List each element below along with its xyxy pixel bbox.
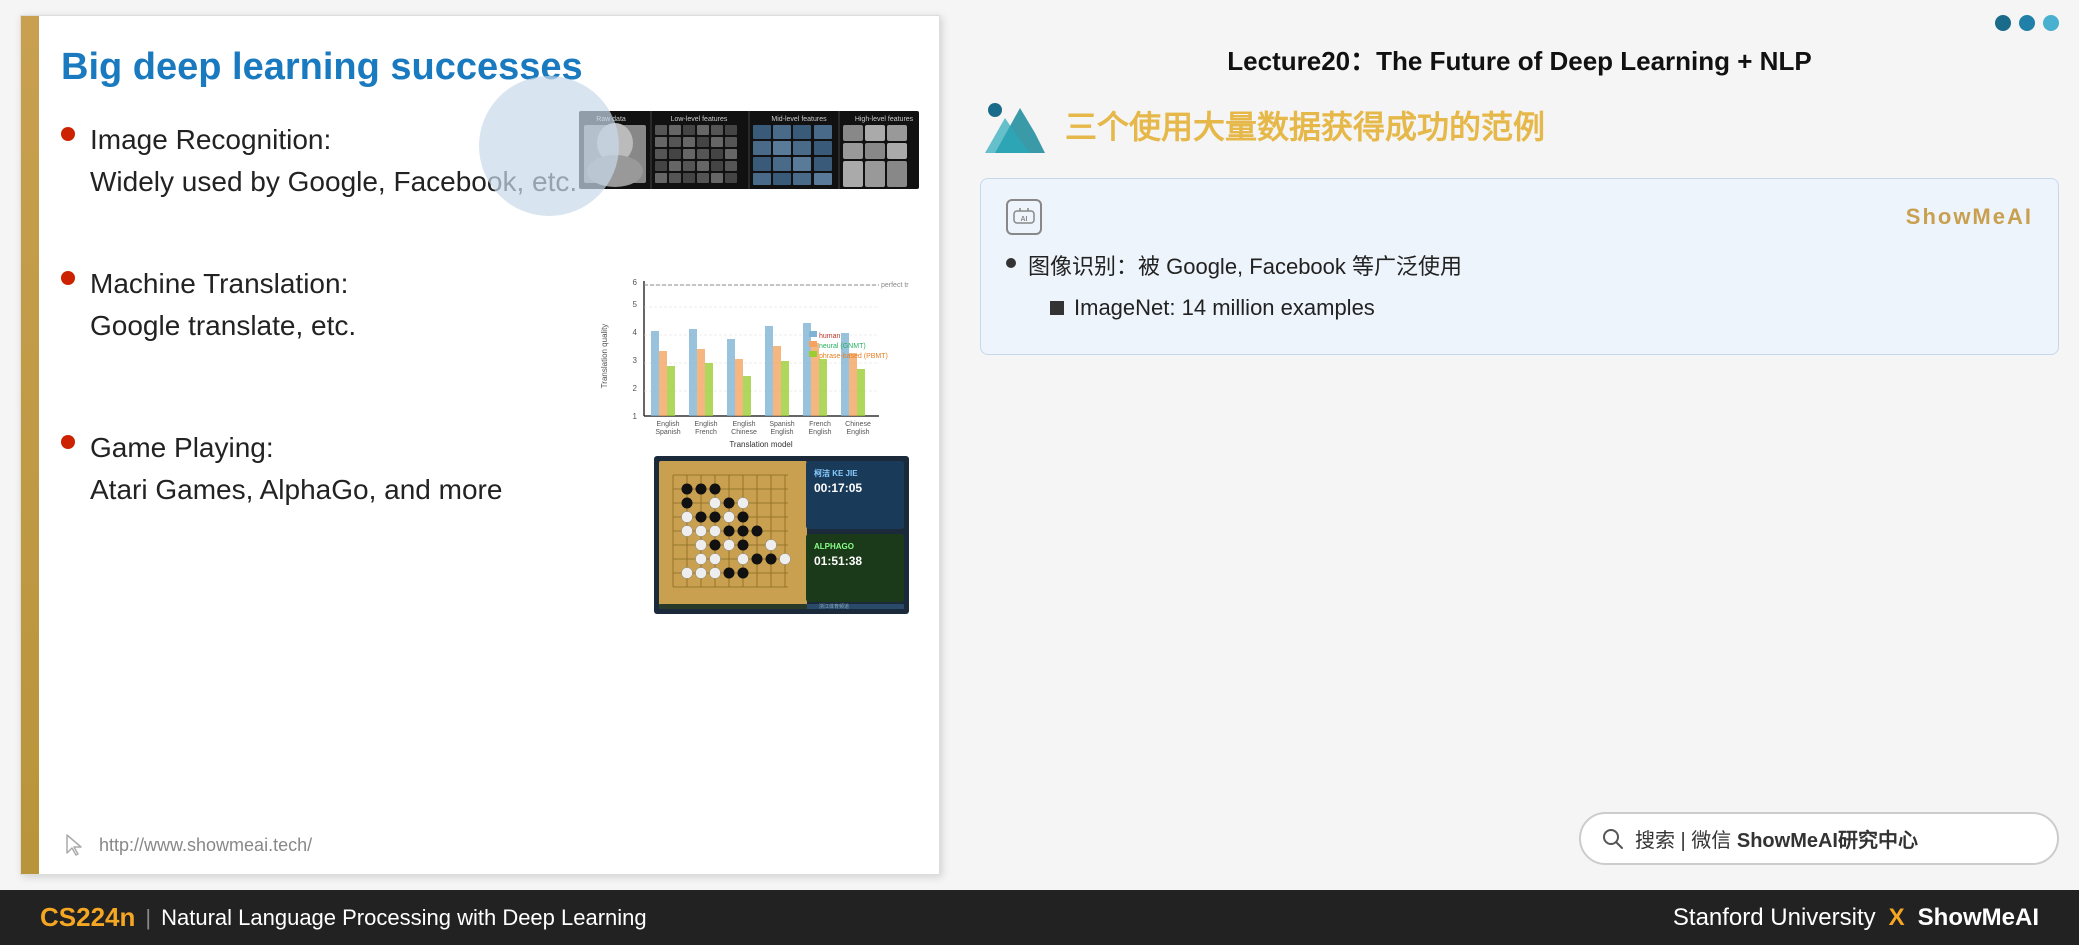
svg-text:3: 3 bbox=[633, 356, 638, 365]
svg-text:High-level features: High-level features bbox=[855, 116, 914, 123]
dots-header bbox=[980, 15, 2059, 31]
svg-text:Chinese: Chinese bbox=[731, 429, 757, 436]
bullet-dot-1 bbox=[61, 127, 75, 141]
image-recog-svg: Raw data Low-level features Mid-level fe… bbox=[579, 111, 919, 189]
svg-text:6: 6 bbox=[633, 278, 638, 287]
svg-text:浙江体育频道: 浙江体育频道 bbox=[819, 603, 849, 610]
svg-text:perfect translation: perfect translation bbox=[881, 282, 909, 289]
bullet-label-2: Machine Translation: bbox=[90, 263, 356, 305]
annotation-header: AI ShowMeAI bbox=[1006, 199, 2033, 235]
game-svg: 柯洁 KE JIE 00:17:05 ALPHAGO 01:51:38 浙江体育… bbox=[654, 456, 909, 614]
svg-text:00:17:05: 00:17:05 bbox=[814, 481, 862, 495]
bullet-dot-3 bbox=[61, 435, 75, 449]
annotation-bullet-dot-1 bbox=[1006, 258, 1016, 268]
svg-text:English: English bbox=[809, 429, 832, 436]
bullet-dot-2 bbox=[61, 271, 75, 285]
course-name: Natural Language Processing with Deep Le… bbox=[161, 905, 647, 931]
slide-title: Big deep learning successes bbox=[61, 46, 909, 89]
svg-text:Translation quality: Translation quality bbox=[600, 324, 609, 389]
annotation-bullet-1: 图像识别：被 Google, Facebook 等广泛使用 ImageNet: … bbox=[1006, 250, 2033, 324]
footer-url: http://www.showmeai.tech/ bbox=[99, 835, 312, 856]
svg-text:Spanish: Spanish bbox=[655, 429, 680, 436]
svg-text:5: 5 bbox=[633, 300, 638, 309]
bottom-right: Stanford University X ShowMeAI bbox=[1673, 904, 2039, 932]
university-name: Stanford University bbox=[1673, 904, 1876, 932]
svg-text:human: human bbox=[819, 333, 841, 340]
annotation-box: AI ShowMeAI 图像识别：被 Google, Facebook 等广泛使… bbox=[980, 178, 2059, 355]
svg-text:Spanish: Spanish bbox=[769, 421, 794, 428]
search-brand: ShowMeAI研究中心 bbox=[1737, 830, 1918, 852]
svg-text:ALPHAGO: ALPHAGO bbox=[814, 542, 854, 551]
svg-text:English: English bbox=[771, 429, 794, 436]
annotation-sub-1: ImageNet: 14 million examples bbox=[1050, 291, 1462, 324]
svg-text:Mid-level features: Mid-level features bbox=[771, 116, 827, 123]
svg-text:柯洁 KE JIE: 柯洁 KE JIE bbox=[814, 468, 858, 478]
svg-text:French: French bbox=[695, 429, 717, 436]
svg-text:Translation model: Translation model bbox=[729, 440, 793, 449]
bottom-bar: CS224n | Natural Language Processing wit… bbox=[0, 890, 2079, 945]
cursor-icon bbox=[61, 831, 89, 859]
circle-decoration bbox=[479, 76, 619, 216]
zh-section-icon bbox=[980, 98, 1050, 158]
svg-text:2: 2 bbox=[633, 384, 638, 393]
brand-name: ShowMeAI bbox=[1918, 904, 2039, 932]
bullet-detail-3: Atari Games, AlphaGo, and more bbox=[90, 469, 502, 511]
svg-text:4: 4 bbox=[633, 328, 638, 337]
svg-text:1: 1 bbox=[633, 412, 638, 421]
translation-chart-visual: 1 2 3 4 5 6 Translation quality bbox=[589, 271, 909, 461]
ai-badge: AI bbox=[1006, 199, 1042, 235]
search-text: 搜索 | 微信 ShowMeAI研究中心 bbox=[1635, 824, 1918, 853]
search-box[interactable]: 搜索 | 微信 ShowMeAI研究中心 bbox=[1579, 812, 2059, 865]
svg-text:English: English bbox=[733, 421, 756, 428]
image-recognition-visual: Raw data Low-level features Mid-level fe… bbox=[579, 111, 919, 194]
showmeai-brand: ShowMeAI bbox=[1906, 204, 2033, 230]
annotation-sub-text-1: ImageNet: 14 million examples bbox=[1074, 291, 1375, 324]
game-playing-visual: 柯洁 KE JIE 00:17:05 ALPHAGO 01:51:38 浙江体育… bbox=[654, 456, 909, 619]
pipe-separator: | bbox=[145, 905, 151, 931]
lecture-title: Lecture20：The Future of Deep Learning + … bbox=[980, 36, 2059, 78]
course-code: CS224n bbox=[40, 902, 135, 933]
svg-text:Low-level features: Low-level features bbox=[671, 116, 728, 123]
svg-text:Chinese: Chinese bbox=[845, 421, 871, 428]
svg-text:01:51:38: 01:51:38 bbox=[814, 554, 862, 568]
right-panel: Lecture20：The Future of Deep Learning + … bbox=[960, 0, 2079, 890]
bullet-detail-2: Google translate, etc. bbox=[90, 305, 356, 347]
slide-footer: http://www.showmeai.tech/ bbox=[61, 831, 312, 859]
slide-panel: Big deep learning successes Image Recogn… bbox=[20, 15, 940, 875]
svg-text:English: English bbox=[657, 421, 680, 428]
x-separator: X bbox=[1889, 904, 1905, 932]
dot-2 bbox=[2019, 15, 2035, 31]
zh-title-section: 三个使用大量数据获得成功的范例 bbox=[980, 98, 2059, 158]
svg-text:English: English bbox=[695, 421, 718, 428]
dot-1 bbox=[1995, 15, 2011, 31]
bottom-left: CS224n | Natural Language Processing wit… bbox=[40, 902, 647, 933]
svg-text:French: French bbox=[809, 421, 831, 428]
dot-3 bbox=[2043, 15, 2059, 31]
translation-chart-svg: 1 2 3 4 5 6 Translation quality bbox=[589, 271, 909, 456]
svg-text:AI: AI bbox=[1021, 216, 1028, 223]
svg-text:phrase-based (PBMT): phrase-based (PBMT) bbox=[819, 353, 888, 360]
bullet-label-3: Game Playing: bbox=[90, 427, 502, 469]
svg-text:English: English bbox=[847, 429, 870, 436]
square-bullet-1 bbox=[1050, 301, 1064, 315]
ai-icon: AI bbox=[1013, 208, 1035, 226]
annotation-text-1: 图像识别：被 Google, Facebook 等广泛使用 bbox=[1028, 250, 1462, 283]
svg-text:neural (GNMT): neural (GNMT) bbox=[819, 343, 866, 350]
search-icon bbox=[1601, 827, 1625, 851]
zh-title-text: 三个使用大量数据获得成功的范例 bbox=[1065, 107, 1545, 149]
